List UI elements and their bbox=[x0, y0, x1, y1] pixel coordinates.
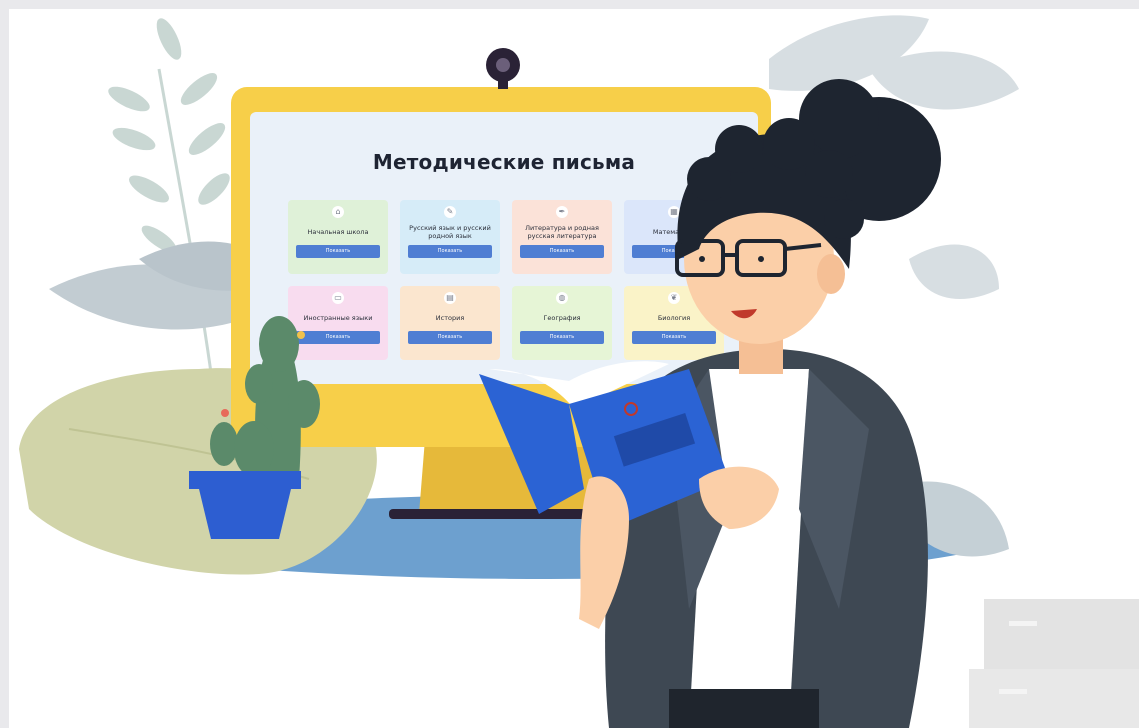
cactus-pot bbox=[189, 471, 301, 539]
cactus bbox=[210, 316, 320, 479]
illustration-frame: Методические письма ⌂ Начальная школа Пока… bbox=[9, 9, 1139, 728]
foreground-scene bbox=[189, 79, 941, 728]
cactus-flower bbox=[221, 409, 229, 417]
